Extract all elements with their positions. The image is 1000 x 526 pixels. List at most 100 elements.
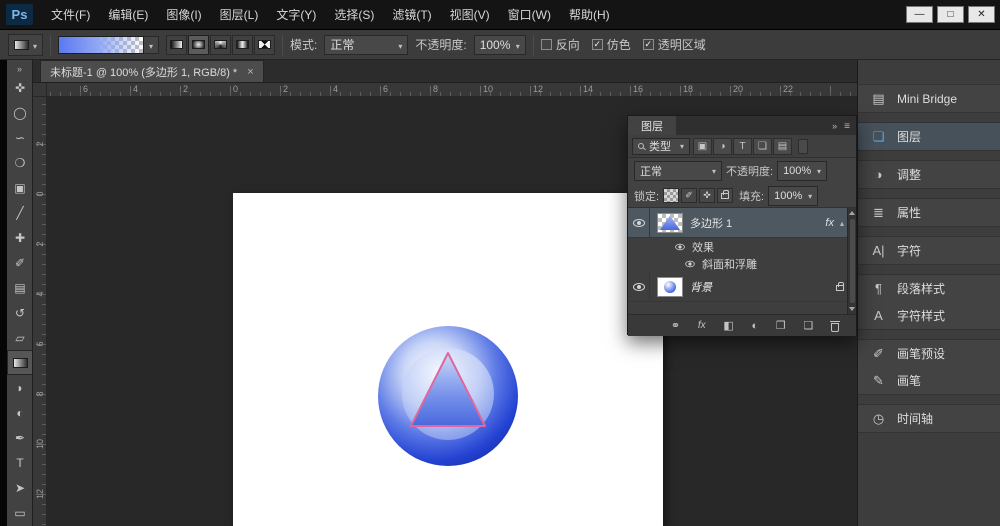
angle-gradient-button[interactable] [210,35,231,55]
link-layers-button[interactable]: ⚭ [671,319,680,332]
layer-name[interactable]: 背景 [690,279,712,295]
layers-scrollbar[interactable] [847,208,856,314]
scrollbar-thumb[interactable] [850,219,855,303]
layers-panel-tab[interactable]: 图层 [628,116,676,135]
dock-item-character-styles[interactable]: A字符样式 [858,302,1000,329]
gradient-preview-dropdown[interactable] [144,36,159,54]
type-tool[interactable]: T [7,450,33,475]
dock-item-mini-bridge[interactable]: ▤Mini Bridge [858,85,1000,112]
marquee-tool[interactable]: ◯ [7,100,33,125]
eye-icon[interactable] [675,243,685,249]
dodge-tool[interactable]: ◐ [7,400,33,425]
filter-type-layers-button[interactable]: T [733,138,752,155]
menu-help[interactable]: 帮助(H) [560,1,619,28]
menu-type[interactable]: 文字(Y) [267,1,325,28]
add-layer-mask-button[interactable]: ◧ [723,319,733,332]
dock-item-paragraph-styles[interactable]: ¶段落样式 [858,275,1000,302]
panel-collapse-icon[interactable] [832,120,837,132]
collapse-effects-icon[interactable] [840,217,844,229]
pen-tool[interactable]: ✒ [7,425,33,450]
menu-edit[interactable]: 编辑(E) [99,1,157,28]
gradient-tool[interactable] [7,350,33,375]
linear-gradient-button[interactable] [166,35,187,55]
checkbox-reverse[interactable]: 反向 [541,36,580,53]
layer-style-button[interactable]: fx [698,320,706,331]
filter-type-select[interactable]: 类型 [632,138,690,155]
dock-item-adjustments[interactable]: ◑调整 [858,161,1000,188]
document-canvas[interactable] [233,193,663,526]
document-tab[interactable]: 未标题-1 @ 100% (多边形 1, RGB/8) * × [40,60,264,82]
checkbox-box-transparency[interactable]: ✓ [643,39,654,50]
checkbox-dither[interactable]: ✓仿色 [592,36,631,53]
lock-all-button[interactable] [717,188,733,203]
dock-item-brush[interactable]: ✎画笔 [858,367,1000,394]
checkbox-transparency[interactable]: ✓透明区域 [643,36,706,53]
blur-tool[interactable]: ◗ [7,375,33,400]
menu-select[interactable]: 选择(S) [325,1,383,28]
dock-item-layers[interactable]: ❏图层 [858,123,1000,150]
filter-smart-objects-button[interactable]: ▤ [773,138,792,155]
path-selection-tool[interactable]: ➤ [7,475,33,500]
move-tool[interactable]: ✜ [7,75,33,100]
visibility-toggle[interactable] [628,208,650,237]
gradient-preview[interactable] [58,36,144,54]
healing-brush-tool[interactable]: ✚ [7,225,33,250]
radial-gradient-button[interactable] [188,35,209,55]
layer-row-polygon[interactable]: 多边形 1 fx [628,208,856,238]
blend-mode-select[interactable]: 正常 [634,161,722,181]
dock-item-properties[interactable]: ≣属性 [858,199,1000,226]
menu-layer[interactable]: 图层(L) [211,1,268,28]
menu-file[interactable]: 文件(F) [42,1,99,28]
opacity-select[interactable]: 100% [474,35,526,55]
mode-select[interactable]: 正常 [324,35,408,55]
history-brush-tool[interactable]: ↺ [7,300,33,325]
menu-view[interactable]: 视图(V) [441,1,499,28]
panel-menu-icon[interactable] [844,120,850,132]
eyedropper-tool[interactable]: ╱ [7,200,33,225]
brush-tool[interactable]: ✐ [7,250,33,275]
new-group-button[interactable]: ❐ [776,319,786,332]
diamond-gradient-button[interactable] [254,35,275,55]
toolbar-collapse[interactable] [7,60,32,75]
reflected-gradient-button[interactable] [232,35,253,55]
checkbox-box-dither[interactable]: ✓ [592,39,603,50]
fill-select[interactable]: 100% [768,186,818,206]
minimize-button[interactable]: — [906,6,933,23]
dock-item-timeline[interactable]: ◷时间轴 [858,405,1000,432]
filter-shape-layers-button[interactable]: ❏ [753,138,772,155]
filter-pixel-layers-button[interactable]: ▣ [693,138,712,155]
close-button[interactable]: ✕ [968,6,995,23]
effects-row[interactable]: 效果 [628,238,856,255]
clone-stamp-tool[interactable]: ▤ [7,275,33,300]
lasso-tool[interactable]: ∽ [7,125,33,150]
visibility-toggle[interactable] [628,272,650,301]
lock-position-button[interactable]: ✜ [699,188,715,203]
checkbox-box-reverse[interactable] [541,39,552,50]
new-layer-button[interactable]: ❏ [803,319,813,332]
dock-item-character[interactable]: A|字符 [858,237,1000,264]
eraser-tool[interactable]: ▱ [7,325,33,350]
scroll-up-icon[interactable] [849,211,855,215]
delete-layer-button[interactable] [831,320,839,332]
background-thumbnail[interactable] [657,277,683,297]
tab-close-icon[interactable]: × [247,66,253,78]
maximize-button[interactable]: □ [937,6,964,23]
menu-window[interactable]: 窗口(W) [499,1,560,28]
shape-tool[interactable]: ▭ [7,500,33,525]
crop-tool[interactable]: ▣ [7,175,33,200]
new-adjustment-layer-button[interactable]: ◐ [751,320,758,332]
eye-icon[interactable] [685,260,695,266]
lock-image-pixels-button[interactable]: ✐ [681,188,697,203]
menu-image[interactable]: 图像(I) [157,1,210,28]
dock-item-brush-presets[interactable]: ✐画笔预设 [858,340,1000,367]
layer-name[interactable]: 多边形 1 [690,215,732,231]
filter-toggle[interactable] [798,139,808,154]
quick-selection-tool[interactable]: ❍ [7,150,33,175]
layer-opacity-select[interactable]: 100% [777,161,827,181]
layer-row-background[interactable]: 背景 [628,272,856,302]
lock-transparent-pixels-button[interactable] [663,188,679,203]
scroll-down-icon[interactable] [849,307,855,311]
menu-filter[interactable]: 滤镜(T) [383,1,440,28]
fx-badge[interactable]: fx [825,217,834,229]
layer-thumbnail[interactable] [657,213,683,233]
